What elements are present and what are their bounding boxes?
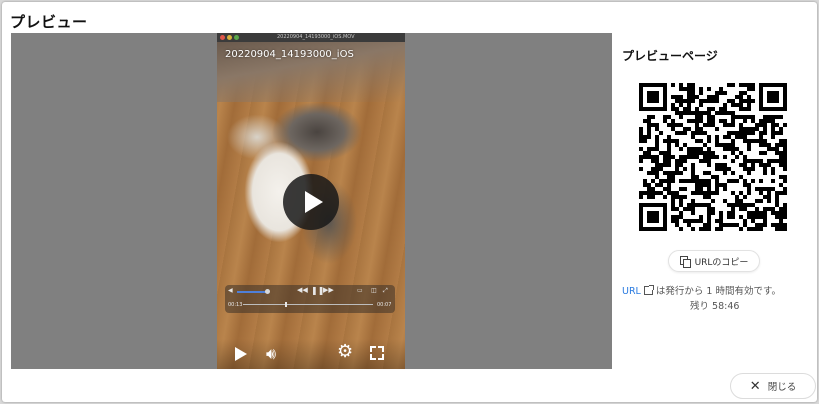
progress-track[interactable] — [243, 304, 373, 305]
dialog-title: プレビュー — [10, 13, 88, 31]
volume-knob[interactable] — [265, 289, 270, 294]
video-player[interactable]: 20220904_14193000_iOS.MOV 20220904_14193… — [217, 33, 405, 369]
url-validity-note: URL は発行から 1 時間有効です。 — [622, 283, 781, 297]
preview-dialog: プレビュー 20220904_14193000_iOS.MOV 20220904… — [2, 2, 817, 402]
video-window-bar: 20220904_14193000_iOS.MOV — [217, 33, 405, 42]
window-zoom-dot — [234, 35, 239, 40]
preview-url-link[interactable]: URL — [622, 286, 641, 297]
progress-knob[interactable] — [284, 302, 287, 307]
expand-icon: ⤢ — [383, 287, 388, 294]
remaining-value: 58:46 — [712, 301, 740, 312]
video-filename: 20220904_14193000_iOS — [225, 49, 354, 60]
close-label: 閉じる — [767, 382, 797, 393]
big-play-button[interactable] — [283, 174, 339, 230]
video-window-title: 20220904_14193000_iOS.MOV — [277, 34, 355, 40]
player-toolbar: 🔊︎ ⚙ — [217, 339, 405, 369]
rewind-icon: ◀◀ — [297, 286, 308, 294]
time-total: 00:07 — [377, 302, 392, 308]
pip-icon: ◫ — [371, 287, 377, 294]
fullscreen-button[interactable] — [370, 346, 384, 360]
copy-url-label: URLのコピー — [694, 257, 749, 268]
close-button[interactable]: ✕ 閉じる — [730, 373, 816, 399]
volume-slider[interactable] — [237, 291, 267, 293]
settings-gear-icon[interactable]: ⚙ — [337, 343, 353, 361]
preview-page-title: プレビューページ — [622, 49, 718, 63]
volume-icon: ◀ — [228, 287, 233, 294]
external-link-icon — [643, 285, 654, 295]
window-minimize-dot — [227, 35, 232, 40]
preview-area: 20220904_14193000_iOS.MOV 20220904_14193… — [11, 33, 612, 369]
remaining-label: 残り — [690, 301, 710, 312]
time-elapsed: 00:13 — [228, 302, 243, 308]
airplay-icon: ▭ — [357, 287, 363, 294]
play-icon — [305, 191, 323, 213]
qr-code-image — [639, 83, 787, 231]
remaining-time: 残り 58:46 — [690, 298, 739, 312]
volume-button[interactable]: 🔊︎ — [266, 346, 276, 362]
fast-forward-icon: ▶▶ — [323, 286, 334, 294]
copy-url-button[interactable]: URLのコピー — [668, 250, 760, 272]
close-icon: ✕ — [749, 378, 761, 394]
window-close-dot — [220, 35, 225, 40]
copy-icon — [679, 255, 691, 268]
url-validity-text: は発行から 1 時間有効です。 — [655, 286, 781, 297]
play-button[interactable] — [235, 347, 247, 361]
embedded-player-controls: ◀ ◀◀ ❚❚ ▶▶ ▭ ◫ ⤢ 00:13 00:07 — [225, 285, 395, 313]
